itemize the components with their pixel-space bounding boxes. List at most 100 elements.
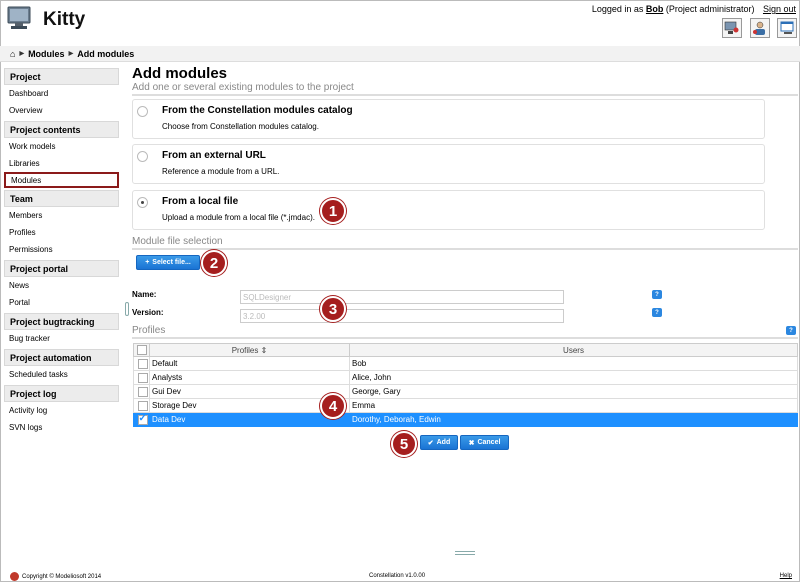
user-settings-button[interactable]	[750, 18, 770, 38]
profile-cell: Analysts	[149, 370, 350, 385]
row-checkbox-cell[interactable]	[133, 412, 150, 427]
option-catalog[interactable]: From the Constellation modules catalog C…	[132, 99, 765, 139]
profiles-section-title: Profiles	[132, 325, 798, 339]
home-icon[interactable]: ⌂	[10, 49, 15, 59]
signout-link[interactable]: Sign out	[763, 4, 796, 14]
sidebar-item-scheduled-tasks[interactable]: Scheduled tasks	[4, 366, 119, 383]
option-url[interactable]: From an external URL Reference a module …	[132, 144, 765, 184]
row-checkbox[interactable]	[137, 372, 148, 383]
sort-icon: ⇕	[260, 345, 268, 355]
select-file-label: Select file...	[152, 259, 191, 266]
user-profile-button[interactable]	[722, 18, 742, 38]
table-row-selected[interactable]: Data Dev Dorothy, Deborah, Edwin	[133, 412, 798, 427]
sidebar-section-team: Team	[4, 190, 119, 207]
copyright-text: Copyright © Modeliosoft 2014	[22, 573, 102, 580]
sidebar-section-project-contents: Project contents	[4, 121, 119, 138]
top-bar: Kitty Logged in as Bob (Project administ…	[0, 0, 800, 44]
sidebar-item-members[interactable]: Members	[4, 207, 119, 224]
sidebar-collapse-handle[interactable]	[125, 302, 129, 316]
sidebar-section-project-log: Project log	[4, 385, 119, 402]
sidebar-item-activity-log[interactable]: Activity log	[4, 402, 119, 419]
table-row[interactable]: Default Bob	[133, 356, 798, 371]
name-field[interactable]	[240, 290, 564, 304]
sidebar-section-project-portal: Project portal	[4, 260, 119, 277]
profiles-table: Profiles ⇕ Users Default Bob Analysts Al…	[133, 343, 798, 427]
row-checkbox-cell[interactable]	[133, 370, 150, 385]
footer-version: Constellation v1.0.00	[369, 573, 426, 579]
row-checkbox[interactable]	[137, 400, 148, 411]
option-local-file[interactable]: From a local file Upload a module from a…	[132, 190, 765, 230]
table-row[interactable]: Gui Dev George, Gary	[133, 384, 798, 399]
sidebar-item-news[interactable]: News	[4, 277, 119, 294]
sidebar-item-bug-tracker[interactable]: Bug tracker	[4, 330, 119, 347]
table-row[interactable]: Storage Dev Emma	[133, 398, 798, 413]
option-catalog-desc: Choose from Constellation modules catalo…	[162, 122, 319, 131]
row-checkbox[interactable]	[137, 386, 148, 397]
sidebar-item-portal[interactable]: Portal	[4, 294, 119, 311]
users-cell: Emma	[349, 398, 798, 413]
radio-local-file[interactable]	[137, 197, 148, 208]
page-subtitle: Add one or several existing modules to t…	[132, 82, 798, 96]
sidebar-item-modules[interactable]: Modules	[4, 172, 119, 188]
version-label: Version:	[132, 308, 164, 317]
breadcrumb-item-current: Add modules	[77, 48, 135, 59]
row-checkbox-checked[interactable]	[137, 413, 148, 425]
sidebar-item-profiles[interactable]: Profiles	[4, 224, 119, 241]
users-cell: Dorothy, Deborah, Edwin	[349, 412, 798, 427]
sidebar-item-permissions[interactable]: Permissions	[4, 241, 119, 258]
logged-in-label: Logged in as	[591, 4, 644, 14]
cancel-button[interactable]: ✖ Cancel	[460, 435, 509, 450]
footer-help-link[interactable]: Help	[780, 573, 792, 579]
users-cell: Alice, John	[349, 370, 798, 385]
select-all-checkbox[interactable]	[136, 345, 147, 355]
row-checkbox-cell[interactable]	[133, 356, 150, 371]
callout-marker-3: 3	[320, 296, 346, 322]
plus-icon: +	[145, 259, 150, 266]
user-window-button[interactable]	[777, 18, 797, 38]
callout-marker-4: 4	[320, 393, 346, 419]
radio-catalog[interactable]	[137, 106, 148, 117]
name-help-icon[interactable]: ?	[652, 290, 662, 299]
row-checkbox-cell[interactable]	[133, 398, 150, 413]
footer-copyright: Copyright © Modeliosoft 2014	[10, 572, 101, 581]
sidebar-section-project-automation: Project automation	[4, 349, 119, 366]
sidebar-item-work-models[interactable]: Work models	[4, 138, 119, 155]
add-label: Add	[436, 439, 451, 446]
row-checkbox-cell[interactable]	[133, 384, 150, 399]
page-title: Add modules	[132, 65, 228, 82]
select-all-header[interactable]	[133, 343, 150, 357]
option-url-title: From an external URL	[162, 150, 266, 161]
user-link[interactable]: Bob	[646, 4, 664, 14]
user-person-icon	[753, 21, 765, 35]
user-role: (Project administrator)	[665, 4, 755, 14]
bottom-panel-handle[interactable]	[455, 551, 475, 555]
table-row[interactable]: Analysts Alice, John	[133, 370, 798, 385]
option-local-file-desc: Upload a module from a local file (*.jmd…	[162, 213, 315, 222]
row-checkbox[interactable]	[137, 358, 148, 369]
breadcrumb-item-modules[interactable]: Modules	[28, 49, 65, 59]
option-catalog-title: From the Constellation modules catalog	[162, 105, 353, 116]
window-icon	[780, 21, 794, 34]
sidebar-item-svn-logs[interactable]: SVN logs	[4, 419, 119, 436]
add-button[interactable]: ✔ Add	[420, 435, 458, 450]
radio-url[interactable]	[137, 151, 148, 162]
profile-cell: Default	[149, 356, 350, 371]
computer-logo-icon	[6, 5, 32, 31]
select-file-button[interactable]: + Select file...	[136, 255, 200, 270]
sidebar: Project Dashboard Overview Project conte…	[4, 66, 119, 436]
user-monitor-icon	[724, 21, 739, 34]
cancel-label: Cancel	[477, 439, 501, 446]
close-icon: ✖	[468, 439, 475, 447]
breadcrumb: ⌂ ▶ Modules ▶ Add modules	[0, 46, 800, 62]
column-profiles[interactable]: Profiles ⇕	[149, 343, 350, 357]
sidebar-item-dashboard[interactable]: Dashboard	[4, 85, 119, 102]
callout-marker-1: 1	[320, 198, 346, 224]
version-field[interactable]	[240, 309, 564, 323]
sidebar-item-libraries[interactable]: Libraries	[4, 155, 119, 172]
column-users[interactable]: Users	[349, 343, 798, 357]
sidebar-section-project: Project	[4, 68, 119, 85]
version-help-icon[interactable]: ?	[652, 308, 662, 317]
sidebar-item-overview[interactable]: Overview	[4, 102, 119, 119]
table-header-row: Profiles ⇕ Users	[133, 343, 798, 357]
profiles-help-icon[interactable]: ?	[786, 326, 796, 335]
